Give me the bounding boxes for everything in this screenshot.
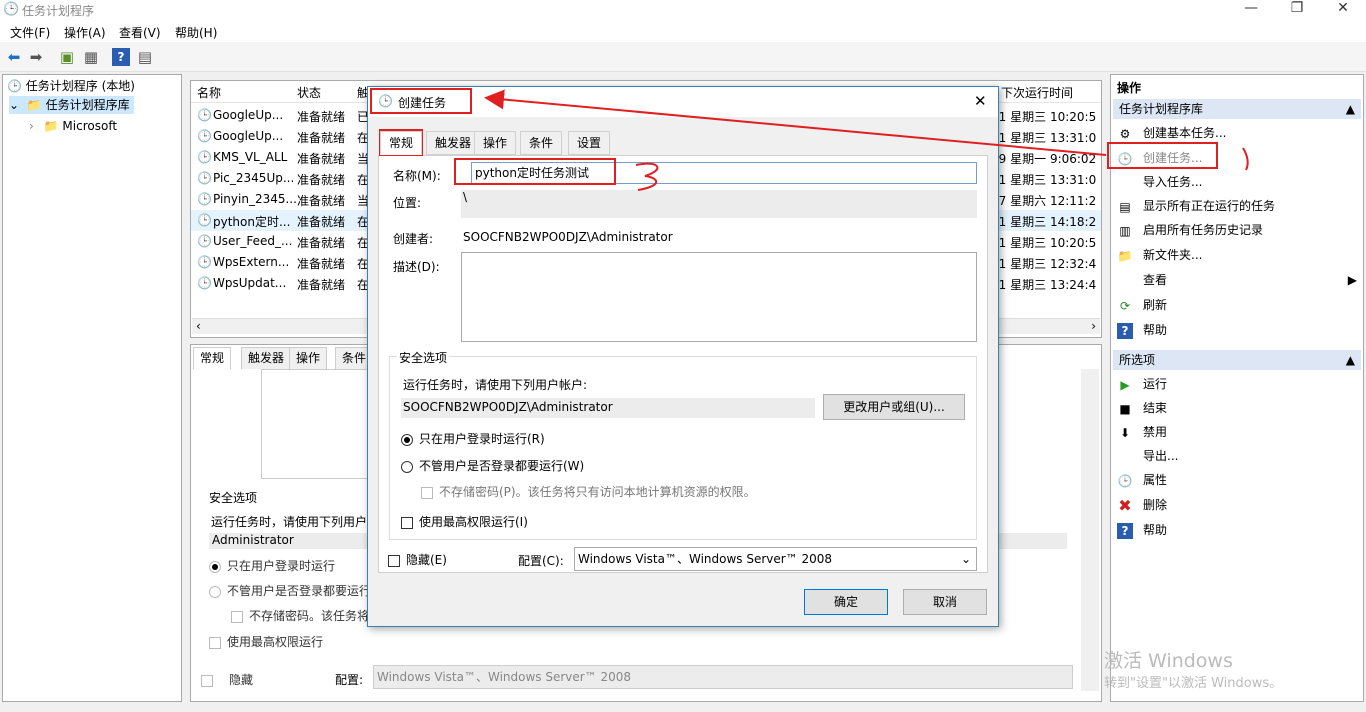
annotation-scribble-1 [1242,147,1249,171]
annotation-scribble-2 [635,162,659,191]
annotation-arrow [484,89,1107,156]
dialog-tab-general[interactable]: 常规 [380,131,423,155]
annotation-arrows [484,89,1249,191]
